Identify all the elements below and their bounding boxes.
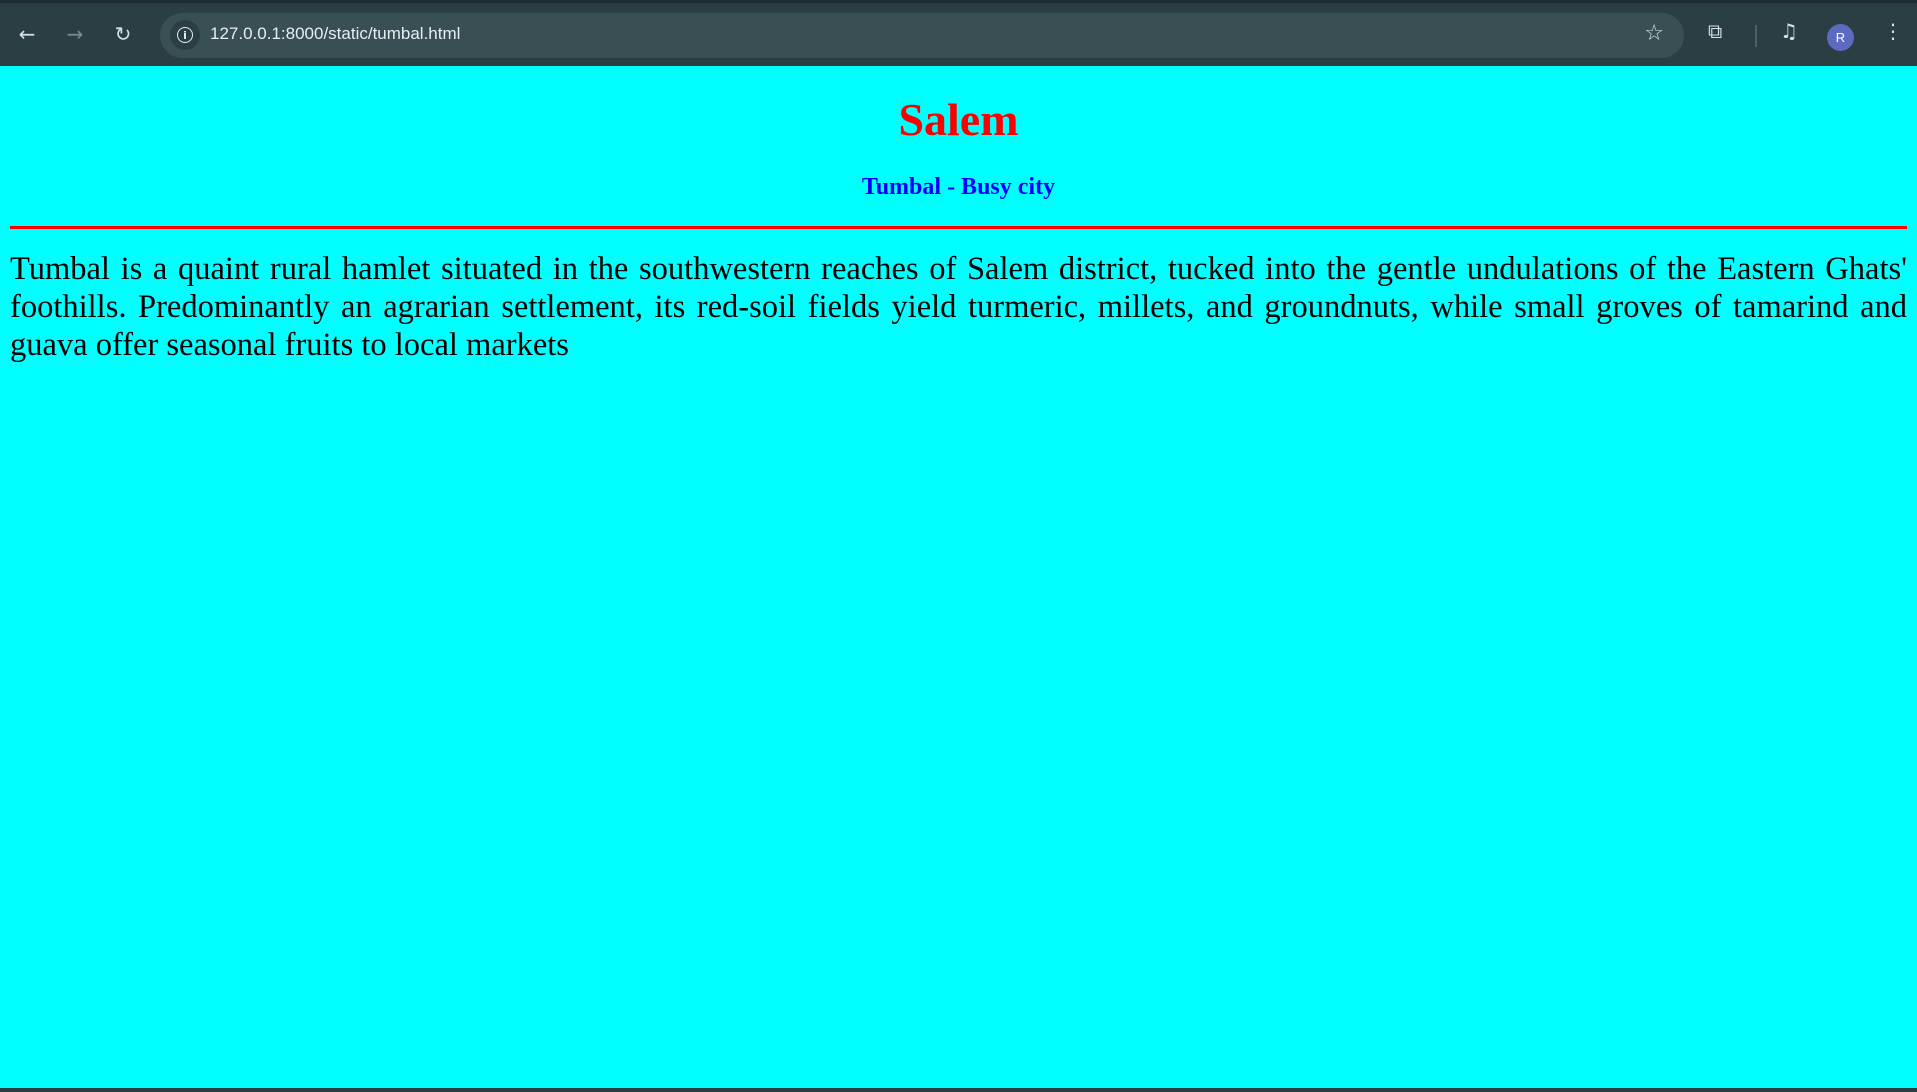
forward-icon[interactable]: →	[58, 17, 92, 51]
page-subtitle: Tumbal - Busy city	[861, 174, 1056, 200]
reload-icon[interactable]: ↻	[106, 17, 140, 51]
extensions-icon[interactable]: ⧉	[1708, 19, 1722, 43]
url-text[interactable]: 127.0.0.1:8000/static/tumbal.html	[210, 24, 460, 44]
page-title: Salem	[898, 94, 1019, 145]
browser-toolbar: ← → ↻ i 127.0.0.1:8000/static/tumbal.htm…	[0, 0, 1917, 66]
address-bar[interactable]: i 127.0.0.1:8000/static/tumbal.html ☆	[160, 13, 1684, 58]
media-queue-icon[interactable]: ♫	[1780, 19, 1798, 43]
window-bottom-border	[0, 1088, 1917, 1092]
description-paragraph: Tumbal is a quaint rural hamlet situated…	[10, 251, 1907, 363]
toolbar-divider	[1755, 25, 1757, 47]
horizontal-rule	[10, 226, 1907, 229]
avatar[interactable]: R	[1827, 24, 1854, 51]
site-info-icon[interactable]: i	[170, 20, 200, 50]
back-icon[interactable]: ←	[10, 17, 44, 51]
menu-kebab-icon[interactable]: ⋮	[1883, 19, 1903, 43]
bookmark-star-icon[interactable]: ☆	[1644, 21, 1664, 46]
